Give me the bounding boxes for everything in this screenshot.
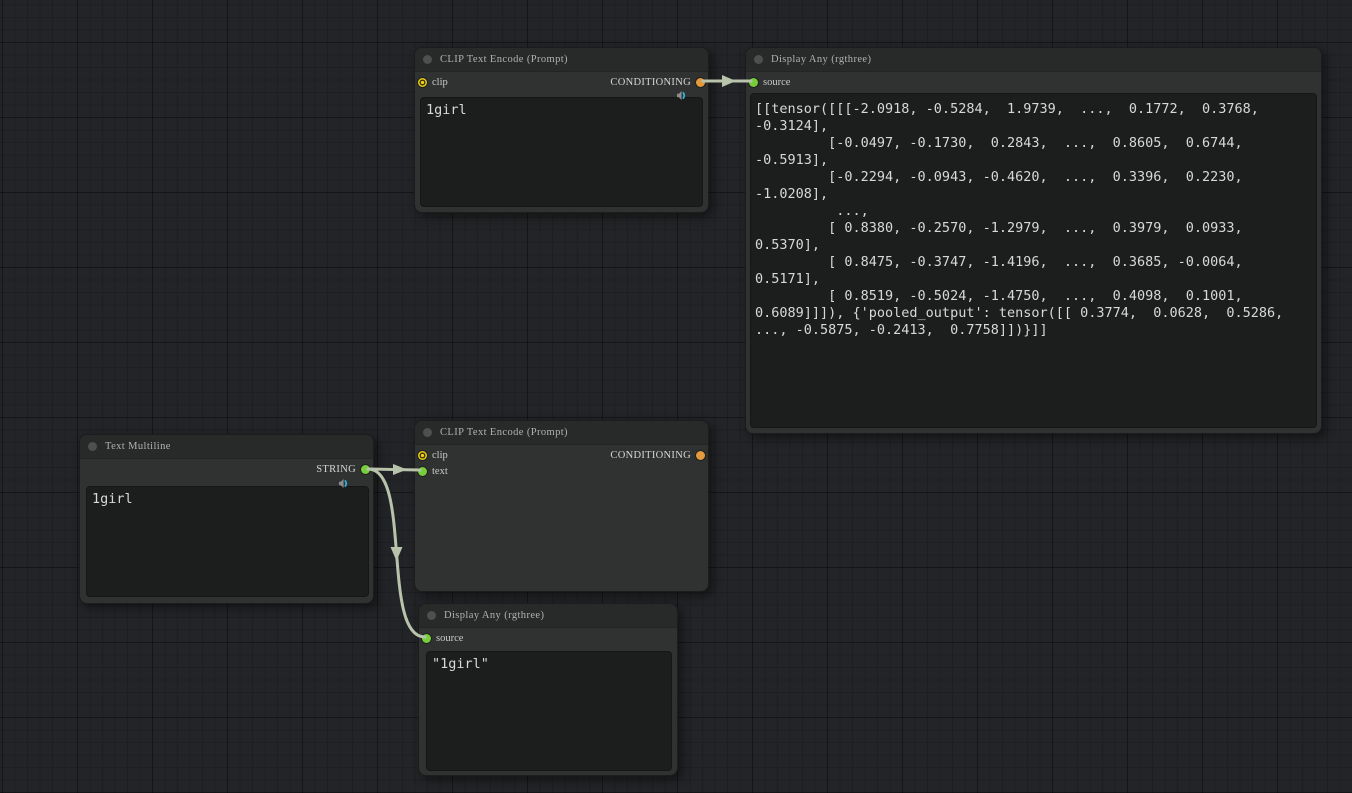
port-label: source [763,76,791,88]
output-port-string[interactable]: STRING [316,462,370,476]
text-port-icon[interactable] [418,466,427,476]
collapse-dot-icon[interactable] [427,611,436,620]
multiline-text-widget[interactable]: 1girl [86,486,369,597]
node-title: Text Multiline [105,441,171,452]
speaker-icon[interactable] [676,87,688,105]
node-display-any-top[interactable]: Display Any (rgthree) source [[tensor([[… [745,47,1322,434]
output-port-conditioning[interactable]: CONDITIONING [610,448,705,462]
conditioning-port-icon[interactable] [696,77,705,87]
node-title: CLIP Text Encode (Prompt) [440,427,568,438]
display-output-widget[interactable]: "1girl" [426,651,672,771]
node-clip-text-encode-top[interactable]: CLIP Text Encode (Prompt) clip CONDITION… [414,47,709,213]
conditioning-port-icon[interactable] [696,450,705,460]
multiline-text: 1girl [92,491,133,507]
node-graph-canvas[interactable]: CLIP Text Encode (Prompt) clip CONDITION… [0,0,1352,793]
source-port-icon[interactable] [749,77,758,87]
node-title: Display Any (rgthree) [771,54,872,65]
node-header[interactable]: CLIP Text Encode (Prompt) [415,48,708,72]
tensor-output-text: [[tensor([[[-2.0918, -0.5284, 1.9739, ..… [755,101,1284,338]
port-label: CONDITIONING [610,76,691,88]
string-port-icon[interactable] [361,464,370,474]
wire-arrow-right-icon [722,75,736,87]
wire-string-to-text [366,467,422,472]
node-text-multiline[interactable]: Text Multiline STRING 1girl [79,434,374,604]
collapse-dot-icon[interactable] [88,442,97,451]
port-label: source [436,632,464,644]
clip-port-icon[interactable] [418,450,427,460]
input-port-clip[interactable]: clip [418,448,448,462]
collapse-dot-icon[interactable] [423,55,432,64]
node-title: Display Any (rgthree) [444,610,545,621]
port-label: text [432,465,448,477]
input-port-clip[interactable]: clip [418,75,448,89]
wire-arrow-down-icon [390,547,403,561]
port-label: clip [432,449,448,461]
node-header[interactable]: Display Any (rgthree) [746,48,1321,72]
source-port-icon[interactable] [422,633,431,643]
input-port-source[interactable]: source [422,631,463,645]
input-port-source[interactable]: source [749,75,790,89]
node-header[interactable]: CLIP Text Encode (Prompt) [415,421,708,445]
node-title: CLIP Text Encode (Prompt) [440,54,568,65]
speaker-icon[interactable] [338,475,350,493]
collapse-dot-icon[interactable] [754,55,763,64]
input-port-text[interactable]: text [418,464,448,478]
collapse-dot-icon[interactable] [423,428,432,437]
display-output-text: "1girl" [432,656,489,672]
node-header[interactable]: Display Any (rgthree) [419,604,677,628]
prompt-text: 1girl [426,102,467,118]
node-display-any-bottom[interactable]: Display Any (rgthree) source "1girl" [418,603,678,776]
display-output-widget[interactable]: [[tensor([[[-2.0918, -0.5284, 1.9739, ..… [750,93,1317,428]
clip-port-icon[interactable] [418,77,427,87]
prompt-text-widget[interactable]: 1girl [420,97,703,207]
node-header[interactable]: Text Multiline [80,435,373,459]
node-clip-text-encode-mid[interactable]: CLIP Text Encode (Prompt) clip text COND… [414,420,709,592]
wire-arrow-right-icon [393,464,407,475]
output-port-conditioning[interactable]: CONDITIONING [610,75,705,89]
port-label: clip [432,76,448,88]
port-label: STRING [316,463,356,475]
port-label: CONDITIONING [610,449,691,461]
